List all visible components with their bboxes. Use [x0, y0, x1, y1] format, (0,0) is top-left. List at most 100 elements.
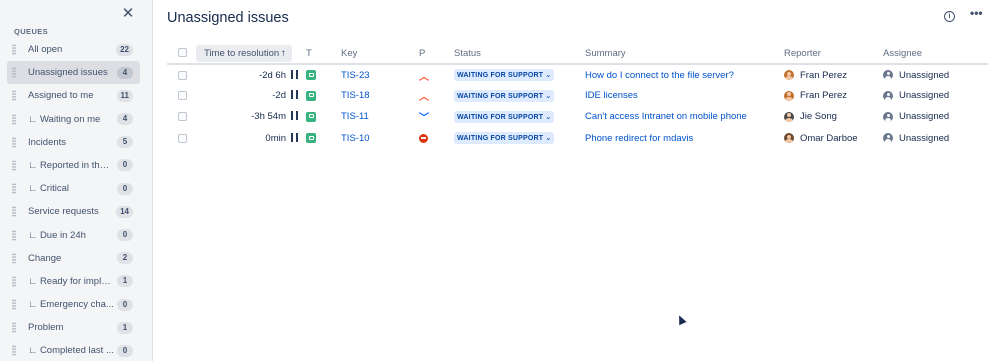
queue-item-incidents[interactable]: Incidents 5 — [7, 131, 140, 154]
table-row[interactable]: -3h 54m TIS-11 ﹀ WAITING FOR SUPPORT ⌄ C… — [167, 106, 988, 127]
queue-label: Service requests — [28, 206, 99, 218]
table-row[interactable]: 0min TIS-10 WAITING FOR SUPPORT ⌄ Phone … — [167, 128, 988, 149]
more-actions-icon[interactable]: ••• — [970, 6, 983, 20]
queue-item-reported-in-the-last[interactable]: ∟ Reported in the l... 0 — [7, 154, 140, 177]
queue-item-emergency-change[interactable]: ∟ Emergency cha... 0 — [7, 293, 140, 316]
drag-handle-icon[interactable] — [12, 44, 16, 55]
reporter-name: Fran Perez — [800, 69, 847, 81]
column-header-assignee[interactable]: Assignee — [883, 43, 988, 65]
time-to-resolution-cell: -2d 6h — [196, 64, 306, 85]
drag-handle-icon[interactable] — [12, 229, 16, 241]
queues-section-label: QUEUES — [14, 27, 49, 36]
status-cell: WAITING FOR SUPPORT ⌄ — [454, 64, 585, 85]
drag-handle-icon[interactable] — [12, 67, 16, 79]
issue-key-link[interactable]: TIS-10 — [341, 133, 370, 144]
status-lozenge[interactable]: WAITING FOR SUPPORT ⌄ — [454, 89, 555, 102]
queue-item-due-in-24h[interactable]: ∟ Due in 24h 0 — [7, 224, 140, 247]
status-cell: WAITING FOR SUPPORT ⌄ — [454, 128, 585, 149]
column-header-key[interactable]: Key — [341, 43, 419, 65]
drag-handle-icon[interactable] — [12, 113, 16, 125]
summary-cell: IDE licenses — [585, 85, 784, 106]
assignee-cell: Unassigned — [883, 128, 988, 149]
table-row[interactable]: -2d 6h TIS-23 ︿ WAITING FOR SUPPORT ⌄ Ho… — [167, 64, 988, 85]
column-header-type[interactable]: T — [306, 43, 341, 65]
queue-label: ∟ Completed last ... — [28, 345, 114, 357]
queue-count-badge: 0 — [117, 229, 133, 241]
drag-handle-icon[interactable] — [12, 206, 16, 218]
row-checkbox[interactable] — [178, 112, 187, 122]
queue-item-assigned-to-me[interactable]: Assigned to me 11 — [7, 84, 140, 107]
row-checkbox[interactable] — [178, 70, 187, 80]
column-header-reporter[interactable]: Reporter — [784, 43, 883, 65]
status-lozenge[interactable]: WAITING FOR SUPPORT ⌄ — [454, 69, 555, 82]
type-cell — [306, 85, 341, 106]
queue-label: ∟ Reported in the l... — [28, 159, 114, 171]
reporter-name: Fran Perez — [800, 90, 847, 102]
ttr-value: -2d 6h — [259, 69, 286, 81]
select-all-checkbox[interactable] — [178, 48, 187, 58]
drag-handle-icon[interactable] — [12, 322, 16, 334]
queue-item-completed-last[interactable]: ∟ Completed last ... 0 — [7, 339, 140, 362]
status-lozenge[interactable]: WAITING FOR SUPPORT ⌄ — [454, 132, 555, 145]
sorted-column-chip[interactable]: Time to resolution ↑ — [196, 44, 292, 62]
queue-item-waiting-on-me[interactable]: ∟ Waiting on me 4 — [7, 108, 140, 131]
status-lozenge[interactable]: WAITING FOR SUPPORT ⌄ — [454, 110, 555, 123]
queue-item-change[interactable]: Change 2 — [7, 247, 140, 270]
priority-cell: ︿ — [419, 64, 454, 85]
issue-summary-link[interactable]: IDE licenses — [585, 90, 638, 101]
drag-handle-icon[interactable] — [12, 299, 16, 311]
queue-item-unassigned-issues[interactable]: Unassigned issues 4 — [7, 61, 140, 85]
priority-cell — [419, 128, 454, 149]
priority-high-icon: ︿ — [419, 92, 429, 104]
column-header-time-to-resolution[interactable]: Time to resolution ↑ — [196, 43, 306, 65]
issue-key-link[interactable]: TIS-11 — [341, 111, 369, 122]
queue-label: ∟ Ready for imple... — [28, 275, 114, 287]
queues-sidebar: ✕ QUEUES All open 22 Unassigned issues 4… — [0, 0, 153, 361]
drag-handle-icon[interactable] — [12, 159, 16, 171]
queue-count-badge: 14 — [116, 205, 133, 218]
drag-handle-icon[interactable] — [12, 345, 16, 357]
issue-key-link[interactable]: TIS-18 — [341, 90, 370, 101]
drag-handle-icon[interactable] — [12, 183, 16, 195]
type-cell — [306, 128, 341, 149]
drag-handle-icon[interactable] — [12, 90, 16, 102]
service-request-icon — [306, 90, 316, 101]
table-row[interactable]: -2d TIS-18 ︿ WAITING FOR SUPPORT ⌄ IDE l… — [167, 85, 988, 106]
time-to-resolution-cell: -3h 54m — [196, 106, 306, 127]
queue-label: Assigned to me — [28, 90, 94, 102]
drag-handle-icon[interactable] — [12, 136, 16, 148]
queue-count-badge: 0 — [117, 298, 133, 311]
close-icon[interactable]: ✕ — [120, 6, 136, 22]
queue-item-critical[interactable]: ∟ Critical 0 — [7, 177, 140, 200]
queue-item-all-open[interactable]: All open 22 — [7, 38, 140, 61]
info-icon[interactable]: i — [944, 11, 955, 22]
time-to-resolution-cell: 0min — [196, 128, 306, 149]
queue-count-badge: 1 — [117, 275, 133, 288]
row-select-cell — [167, 85, 196, 106]
paused-icon — [291, 111, 298, 121]
queue-list: All open 22 Unassigned issues 4 Assigned… — [7, 38, 140, 363]
queue-label: All open — [28, 44, 63, 55]
assignee-name: Unassigned — [899, 90, 950, 102]
issue-key-link[interactable]: TIS-23 — [341, 70, 370, 81]
drag-handle-icon[interactable] — [12, 252, 16, 264]
drag-handle-icon[interactable] — [12, 275, 16, 287]
issue-summary-link[interactable]: How do I connect to the file server? — [585, 70, 734, 81]
sort-ascending-icon: ↑ — [281, 47, 286, 59]
queue-item-service-requests[interactable]: Service requests 14 — [7, 200, 140, 223]
assignee-name: Unassigned — [899, 69, 950, 81]
column-header-status[interactable]: Status — [454, 43, 585, 65]
row-checkbox[interactable] — [178, 133, 187, 143]
assignee-cell: Unassigned — [883, 106, 988, 127]
queue-item-problem[interactable]: Problem 1 — [7, 316, 140, 339]
issue-summary-link[interactable]: Can't access Intranet on mobile phone — [585, 111, 747, 122]
priority-high-icon: ︿ — [419, 71, 429, 83]
row-select-cell — [167, 128, 196, 149]
column-header-summary[interactable]: Summary — [585, 43, 784, 65]
queue-item-ready-for-implementation[interactable]: ∟ Ready for imple... 1 — [7, 270, 140, 293]
issue-summary-link[interactable]: Phone redirect for mdavis — [585, 133, 693, 144]
row-checkbox[interactable] — [178, 91, 187, 101]
type-cell — [306, 64, 341, 85]
page-title: Unassigned issues — [167, 10, 289, 26]
column-header-priority[interactable]: P — [419, 43, 454, 65]
